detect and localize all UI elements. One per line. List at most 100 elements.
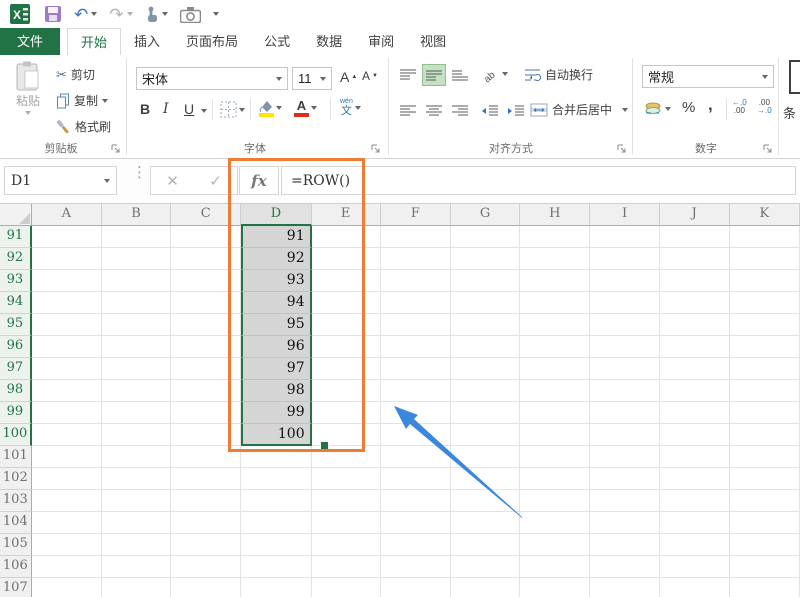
cell-H91[interactable] <box>520 226 590 248</box>
cell-I101[interactable] <box>590 446 659 468</box>
cell-D95[interactable]: 95 <box>241 314 311 336</box>
cell-H102[interactable] <box>520 468 590 490</box>
cell-H106[interactable] <box>520 556 590 578</box>
cell-A105[interactable] <box>32 534 102 556</box>
cell-K96[interactable] <box>730 336 800 358</box>
cell-H98[interactable] <box>520 380 590 402</box>
cell-C92[interactable] <box>171 248 241 270</box>
cell-J103[interactable] <box>660 490 730 512</box>
cell-G91[interactable] <box>451 226 520 248</box>
column-header-F[interactable]: F <box>381 204 451 226</box>
orientation-button[interactable]: ab <box>480 65 508 83</box>
cell-E103[interactable] <box>312 490 381 512</box>
cell-E106[interactable] <box>312 556 381 578</box>
cell-K95[interactable] <box>730 314 800 336</box>
cell-H97[interactable] <box>520 358 590 380</box>
accounting-dropdown-icon[interactable] <box>665 107 671 111</box>
cell-A107[interactable] <box>32 578 102 597</box>
cell-J107[interactable] <box>660 578 730 597</box>
copy-dropdown-icon[interactable] <box>102 99 108 103</box>
row-header-104[interactable]: 104 <box>0 512 32 534</box>
cancel-icon[interactable]: ✕ <box>166 172 179 190</box>
cell-G101[interactable] <box>451 446 520 468</box>
cell-B105[interactable] <box>102 534 171 556</box>
wrap-text-button[interactable]: 自动换行 <box>524 66 593 83</box>
cell-I99[interactable] <box>590 402 659 424</box>
cell-B96[interactable] <box>102 336 171 358</box>
fill-color-dropdown-icon[interactable] <box>276 106 282 110</box>
row-header-97[interactable]: 97 <box>0 358 32 380</box>
column-header-D[interactable]: D <box>241 204 311 226</box>
cell-C97[interactable] <box>171 358 241 380</box>
save-icon[interactable] <box>44 5 62 23</box>
cell-D104[interactable] <box>241 512 311 534</box>
cell-G106[interactable] <box>451 556 520 578</box>
cell-I100[interactable] <box>590 424 659 446</box>
cell-H94[interactable] <box>520 292 590 314</box>
accounting-format-button[interactable] <box>644 101 671 116</box>
row-header-100[interactable]: 100 <box>0 424 32 446</box>
cell-D107[interactable] <box>241 578 311 597</box>
tab-data[interactable]: 数据 <box>303 28 355 55</box>
row-header-96[interactable]: 96 <box>0 336 32 358</box>
cell-G95[interactable] <box>451 314 520 336</box>
cell-K104[interactable] <box>730 512 800 534</box>
cell-A103[interactable] <box>32 490 102 512</box>
bold-button[interactable]: B <box>140 101 150 117</box>
borders-button[interactable] <box>220 101 245 118</box>
font-name-combo[interactable]: 宋体 <box>136 67 288 90</box>
cell-H107[interactable] <box>520 578 590 597</box>
cell-C100[interactable] <box>171 424 241 446</box>
number-dialog-launcher-icon[interactable] <box>762 143 773 154</box>
cell-J92[interactable] <box>660 248 730 270</box>
cell-J104[interactable] <box>660 512 730 534</box>
cell-K103[interactable] <box>730 490 800 512</box>
percent-style-button[interactable]: % <box>682 99 695 116</box>
tab-page-layout[interactable]: 页面布局 <box>173 28 251 55</box>
cell-A96[interactable] <box>32 336 102 358</box>
cell-A91[interactable] <box>32 226 102 248</box>
cell-B94[interactable] <box>102 292 171 314</box>
cell-E96[interactable] <box>312 336 381 358</box>
cell-J99[interactable] <box>660 402 730 424</box>
cell-D99[interactable]: 99 <box>241 402 311 424</box>
cell-H101[interactable] <box>520 446 590 468</box>
cell-B91[interactable] <box>102 226 171 248</box>
cell-I93[interactable] <box>590 270 659 292</box>
cell-J106[interactable] <box>660 556 730 578</box>
cell-B93[interactable] <box>102 270 171 292</box>
cell-D105[interactable] <box>241 534 311 556</box>
align-bottom-button[interactable] <box>448 64 472 86</box>
tab-review[interactable]: 审阅 <box>355 28 407 55</box>
cell-J105[interactable] <box>660 534 730 556</box>
cell-B98[interactable] <box>102 380 171 402</box>
cell-C95[interactable] <box>171 314 241 336</box>
cell-I95[interactable] <box>590 314 659 336</box>
cell-B106[interactable] <box>102 556 171 578</box>
cell-F104[interactable] <box>381 512 451 534</box>
cell-G107[interactable] <box>451 578 520 597</box>
cell-G100[interactable] <box>451 424 520 446</box>
fill-handle[interactable] <box>320 441 329 450</box>
name-box[interactable]: D1 <box>4 166 117 195</box>
cell-K102[interactable] <box>730 468 800 490</box>
cell-A99[interactable] <box>32 402 102 424</box>
cell-A94[interactable] <box>32 292 102 314</box>
cell-C98[interactable] <box>171 380 241 402</box>
row-header-106[interactable]: 106 <box>0 556 32 578</box>
number-format-combo[interactable]: 常规 <box>642 65 774 88</box>
cell-B97[interactable] <box>102 358 171 380</box>
column-header-A[interactable]: A <box>32 204 102 226</box>
align-left-button[interactable] <box>396 100 420 122</box>
cell-E95[interactable] <box>312 314 381 336</box>
cell-B99[interactable] <box>102 402 171 424</box>
tab-insert[interactable]: 插入 <box>121 28 173 55</box>
undo-icon[interactable]: ↶ <box>74 6 88 23</box>
cell-I91[interactable] <box>590 226 659 248</box>
cell-I102[interactable] <box>590 468 659 490</box>
cell-F92[interactable] <box>381 248 451 270</box>
cell-E107[interactable] <box>312 578 381 597</box>
cell-J97[interactable] <box>660 358 730 380</box>
cell-H105[interactable] <box>520 534 590 556</box>
cell-C104[interactable] <box>171 512 241 534</box>
